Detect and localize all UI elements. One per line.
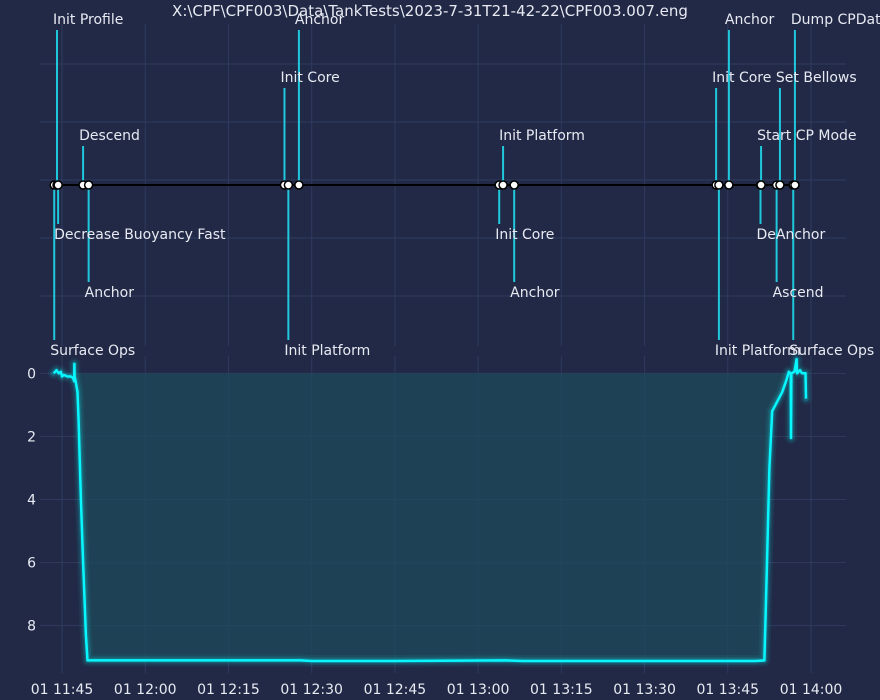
event-label: Decrease Buoyancy Fast	[54, 227, 226, 243]
event-label: Init Profile	[53, 12, 123, 28]
y-tick-label: 0	[27, 366, 36, 382]
depth-area-fill	[53, 359, 806, 661]
y-tick-label: 4	[27, 493, 36, 509]
depth-area	[53, 359, 806, 661]
x-tick-label: 01 13:45	[696, 682, 759, 698]
x-tick-label: 01 11:45	[31, 682, 94, 698]
x-tick-label: 01 12:00	[114, 682, 177, 698]
y-tick-label: 8	[27, 619, 36, 635]
event-label: DeAnchor	[757, 227, 826, 243]
event-marker	[509, 180, 519, 190]
event-marker	[775, 180, 785, 190]
figure: X:\CPF\CPF003\Data\TankTests\2023-7-31T2…	[27, 2, 880, 698]
event-label: Anchor	[510, 285, 560, 301]
event-marker	[283, 180, 294, 190]
x-tick-label: 01 13:30	[613, 682, 676, 698]
event-label: Start CP Mode	[757, 128, 856, 144]
event-marker	[53, 180, 63, 190]
x-tick-label: 01 13:00	[447, 682, 510, 698]
event-label: Set Bellows	[776, 70, 857, 86]
event-marker	[714, 180, 724, 190]
event-label: Anchor	[85, 285, 135, 301]
event-label: Anchor	[295, 12, 345, 28]
event-marker	[294, 180, 304, 190]
event-label: Dump CPData	[791, 12, 880, 28]
x-tick-label: 01 12:30	[280, 682, 343, 698]
event-marker	[756, 180, 766, 190]
chart-title: X:\CPF\CPF003\Data\TankTests\2023-7-31T2…	[172, 2, 688, 20]
event-label: Init Platform	[284, 343, 370, 359]
x-tick-label: 01 12:15	[197, 682, 260, 698]
event-label: Init Core	[712, 70, 771, 86]
event-marker	[790, 180, 800, 190]
y-tick-label: 2	[27, 429, 36, 445]
event-marker	[83, 180, 94, 190]
y-axis-ticks: 0 2 4 6 8	[27, 366, 36, 634]
event-label: Init Core	[495, 227, 554, 243]
x-axis-ticks: 01 11:45 01 12:00 01 12:15 01 12:30 01 12:45…	[31, 682, 843, 698]
x-tick-label: 01 13:15	[530, 682, 593, 698]
y-tick-label: 6	[27, 556, 36, 572]
event-label: Descend	[79, 128, 140, 144]
event-label: Init Core	[280, 70, 339, 86]
event-label: Ascend	[773, 285, 824, 301]
event-marker	[724, 180, 734, 190]
event-label: Surface Ops	[50, 343, 135, 359]
event-label: Init Platform	[499, 128, 585, 144]
event-label: Anchor	[725, 12, 775, 28]
event-marker	[498, 180, 508, 190]
x-tick-label: 01 14:00	[780, 682, 843, 698]
x-tick-label: 01 12:45	[364, 682, 427, 698]
